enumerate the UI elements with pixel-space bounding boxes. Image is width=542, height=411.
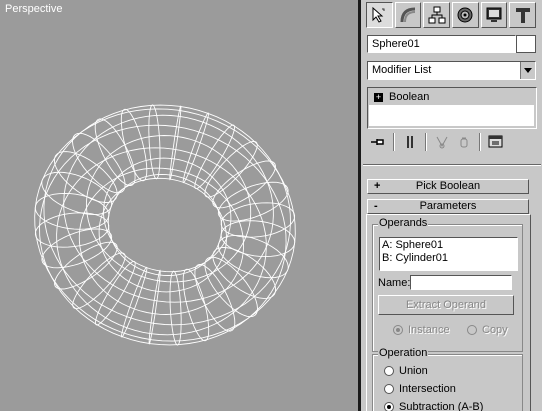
stack-list-area[interactable]	[369, 105, 534, 126]
operands-group: Operands A: Sphere01 B: Cylinder01 Name:…	[372, 217, 523, 352]
modifier-stack: + Boolean	[367, 87, 537, 129]
wireframe-edge	[204, 140, 258, 198]
instance-label: Instance	[408, 324, 450, 336]
motion-icon	[457, 7, 473, 23]
union-label: Union	[399, 365, 428, 377]
rollout-pick-boolean[interactable]: + Pick Boolean	[367, 179, 529, 194]
object-color-swatch[interactable]	[516, 35, 536, 53]
stack-item-label: Boolean	[389, 91, 430, 103]
stack-item-boolean[interactable]: + Boolean	[370, 90, 533, 104]
wireframe-edge	[94, 118, 136, 186]
toolbar-separator	[425, 133, 427, 151]
toolbar-separator	[479, 133, 481, 151]
rollout-parameters[interactable]: - Parameters	[367, 199, 529, 214]
radio-dot	[393, 325, 403, 335]
operation-title: Operation	[378, 347, 429, 359]
trash-icon	[460, 137, 468, 148]
wireframe-edge	[107, 174, 223, 276]
parameters-rollout-body: Operands A: Sphere01 B: Cylinder01 Name:…	[366, 214, 531, 411]
wireframe-edge	[72, 252, 126, 310]
wireframe-edge	[41, 171, 113, 216]
hierarchy-icon	[428, 6, 446, 24]
intersection-label: Intersection	[399, 383, 456, 395]
make-unique-icon	[436, 136, 448, 149]
stack-toolbar	[367, 132, 535, 152]
copy-label: Copy	[482, 324, 508, 336]
object-name-field[interactable]: Sphere01	[367, 35, 516, 53]
wireframe-edge	[194, 264, 236, 332]
radio-dot	[467, 325, 477, 335]
display-icon	[486, 7, 502, 22]
command-panel: Sphere01 Modifier List + Boolean + Pick …	[361, 0, 542, 411]
command-panel-tabs	[366, 2, 537, 28]
modifier-list-dropdown[interactable]: Modifier List	[367, 61, 536, 80]
wireframe-edge	[121, 266, 148, 338]
rollout-toggle-sign: -	[374, 200, 378, 212]
rollout-toggle-sign: +	[374, 180, 381, 192]
pin-icon	[371, 139, 384, 145]
utilities-tab[interactable]	[509, 2, 537, 28]
motion-tab[interactable]	[452, 2, 479, 28]
modify-tab[interactable]	[394, 2, 422, 28]
wireframe-edge	[169, 105, 182, 181]
boolean-object-wireframe[interactable]	[0, 0, 358, 411]
radio-dot	[384, 366, 394, 376]
operand-item-a[interactable]: A: Sphere01	[382, 239, 515, 252]
operands-title: Operands	[378, 217, 429, 229]
subtraction-radio[interactable]: Subtraction (A-B)	[384, 401, 483, 411]
intersection-radio[interactable]: Intersection	[384, 383, 456, 395]
wireframe-edge	[182, 112, 209, 184]
make-unique-button[interactable]	[431, 133, 453, 151]
modifier-list-label: Modifier List	[372, 64, 432, 76]
expand-plus-icon[interactable]: +	[374, 92, 383, 102]
configure-icon	[488, 135, 503, 148]
subtraction-label: Subtraction (A-B)	[399, 401, 484, 411]
rollout-title: Pick Boolean	[415, 180, 481, 192]
separator-line	[363, 164, 541, 166]
extract-operand-button[interactable]: Extract Operand	[378, 295, 514, 315]
wireframe-edge	[148, 269, 161, 345]
wireframe-edge	[34, 192, 110, 230]
remove-modifier-button[interactable]	[453, 133, 475, 151]
utilities-icon	[515, 8, 530, 23]
union-radio[interactable]: Union	[384, 365, 428, 377]
create-tab[interactable]	[366, 2, 393, 28]
configure-sets-button[interactable]	[485, 133, 507, 151]
pin-stack-button[interactable]	[367, 133, 389, 151]
instance-radio[interactable]: Instance	[393, 324, 450, 336]
operation-group: Operation Union Intersection Subtraction…	[372, 347, 523, 411]
operand-name-input[interactable]	[410, 275, 512, 290]
hierarchy-tab[interactable]	[423, 2, 451, 28]
show-end-result-button[interactable]	[399, 133, 421, 151]
perspective-viewport[interactable]: Perspective	[0, 0, 358, 411]
toolbar-separator	[393, 133, 395, 151]
copy-radio[interactable]: Copy	[467, 324, 508, 336]
radio-dot	[384, 384, 394, 394]
rollout-title: Parameters	[419, 200, 477, 212]
modify-icon	[400, 7, 416, 23]
wireframe-edge	[217, 234, 289, 279]
display-tab[interactable]	[480, 2, 508, 28]
chevron-down-icon[interactable]	[520, 62, 535, 79]
create-icon	[372, 6, 385, 23]
radio-dot	[384, 402, 394, 411]
operand-item-b[interactable]: B: Cylinder01	[382, 252, 515, 265]
wireframe-edge	[220, 220, 296, 258]
operand-name-label: Name:	[378, 277, 411, 289]
operands-list[interactable]: A: Sphere01 B: Cylinder01	[379, 237, 518, 271]
show-end-result-icon	[407, 136, 413, 148]
